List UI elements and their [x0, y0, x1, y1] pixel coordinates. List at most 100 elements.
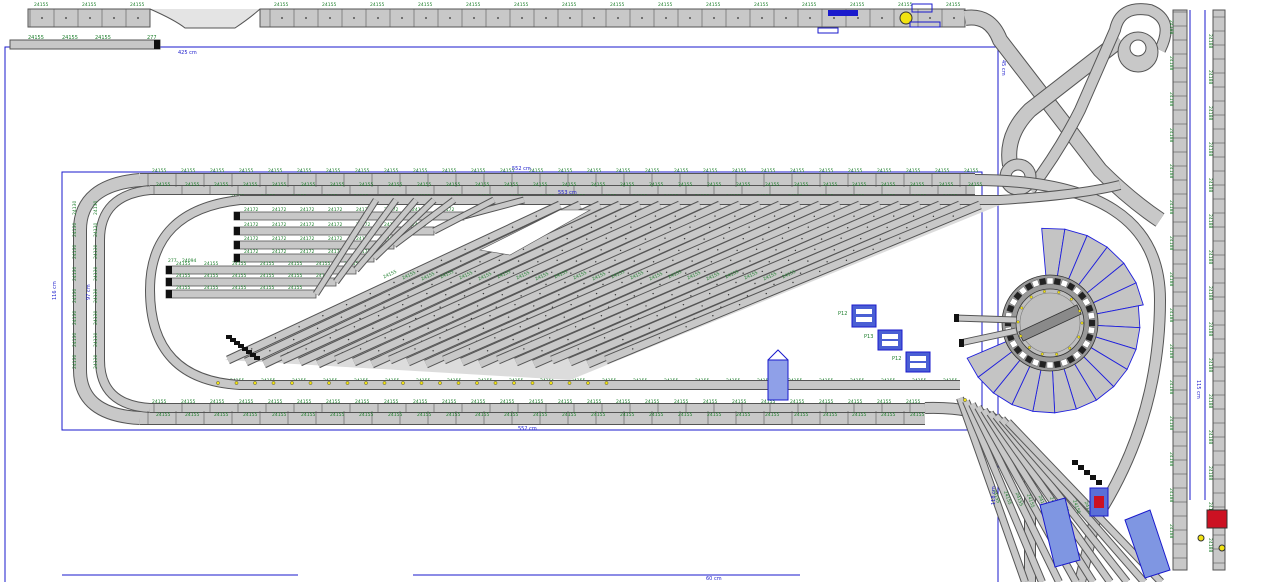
- loop-part-label: 24155: [562, 182, 576, 188]
- rail-joint: [563, 316, 565, 318]
- rail-joint: [583, 282, 585, 285]
- rail-joint: [645, 305, 647, 307]
- loop-part-label: 24155: [881, 182, 895, 188]
- rail-joint: [634, 215, 637, 218]
- rail-joint: [826, 261, 828, 263]
- rail-joint: [488, 237, 490, 239]
- loop-part-label: 24155: [442, 399, 456, 405]
- rail-joint: [600, 315, 603, 317]
- siding-track[interactable]: [165, 277, 337, 287]
- siding-part-label: 24172: [328, 236, 342, 242]
- siding-track[interactable]: [165, 289, 317, 299]
- right-part-label: 24188: [1207, 214, 1213, 228]
- switch-lamp-icon: [549, 381, 553, 385]
- loop-part-label: 24155: [848, 399, 862, 405]
- loop-part-label: 24155: [591, 182, 605, 188]
- rail-joint: [627, 272, 629, 274]
- rail-joint: [384, 337, 386, 339]
- rail-joint: [359, 348, 362, 350]
- switch-lamp-icon: [327, 381, 331, 385]
- loop-part-label: 24155: [301, 182, 315, 188]
- rail-joint: [690, 295, 692, 297]
- siding-part-label: 24172: [300, 249, 314, 255]
- turntable-lamp: [1077, 335, 1081, 339]
- loco-shed-building[interactable]: [767, 349, 789, 401]
- rail-joint: [723, 271, 725, 273]
- loop-part-label: 24155: [852, 182, 866, 188]
- rail-joint: [694, 215, 696, 218]
- rail-joint: [488, 283, 490, 286]
- loop-part-label: 24155: [674, 168, 688, 174]
- rail-joint: [640, 282, 642, 285]
- rail-joint: [523, 348, 525, 350]
- switch-lamp-icon: [216, 381, 220, 385]
- loop-part-label: 24155: [181, 399, 195, 405]
- rail-joint: [393, 281, 395, 284]
- siding-track[interactable]: [233, 240, 395, 250]
- buffer-stop-icon: [1072, 460, 1078, 465]
- rail-joint: [316, 327, 319, 330]
- top-part-label: 24155: [706, 2, 720, 8]
- right-vertical-tracks[interactable]: [1172, 9, 1226, 571]
- rail-joint: [427, 327, 429, 330]
- switch-lamp-icon: [604, 381, 609, 385]
- switch-lamp-icon: [567, 381, 572, 385]
- rail-joint: [498, 259, 500, 262]
- loop-part-label: 24155: [181, 168, 195, 174]
- rail-joint: [426, 292, 428, 295]
- rail-joint: [683, 237, 686, 240]
- rail-joint: [765, 292, 767, 295]
- top-part-label: 24155: [82, 2, 96, 8]
- rail-joint: [785, 17, 787, 19]
- loop-part-label: 24130: [93, 267, 99, 281]
- top-part-label: 24155: [322, 2, 336, 8]
- rail-joint: [431, 283, 433, 286]
- loop-part-label: 24155: [330, 412, 344, 418]
- rail-joint: [388, 294, 390, 296]
- rail-joint: [482, 292, 485, 295]
- rail-joint: [833, 17, 835, 19]
- loop-part-label: 24155: [877, 399, 891, 405]
- right-part-label: 24188: [1207, 70, 1213, 84]
- rail-joint: [353, 326, 356, 328]
- turntable-lamp: [1020, 306, 1024, 310]
- switch-lamp-icon: [493, 381, 498, 385]
- loop-part-label: 24155: [790, 168, 804, 174]
- siding-part-label: 24155: [260, 261, 274, 267]
- turntable-lamp: [1042, 290, 1046, 293]
- rail-joint: [522, 248, 525, 250]
- loop-part-label: 24155: [587, 168, 601, 174]
- right-part-label: 24188: [1168, 308, 1174, 322]
- loop-part-label: 24155: [504, 182, 518, 188]
- rail-joint: [545, 17, 547, 19]
- rail-joint: [323, 350, 325, 352]
- rail-joint: [619, 249, 622, 252]
- turntable-lamp: [1080, 321, 1084, 325]
- rail-joint: [773, 283, 775, 286]
- rail-joint: [809, 17, 811, 19]
- switch-lamp-icon: [475, 381, 479, 385]
- buffer-stop-icon: [234, 212, 240, 220]
- loop-part-label: 24155: [616, 168, 630, 174]
- rail-joint: [614, 259, 616, 262]
- rail-joint: [305, 17, 307, 19]
- rail-joint: [535, 215, 537, 217]
- loop-part-label: 24155: [877, 168, 891, 174]
- rail-joint: [622, 338, 624, 341]
- loop-part-label: 24155: [446, 412, 460, 418]
- loop-part-label: 24155: [417, 182, 431, 188]
- loop-part-label: 24155: [790, 399, 804, 405]
- rail-joint: [872, 248, 874, 250]
- top-left-part-label: 24155: [28, 35, 44, 41]
- loop-part-label: 24155: [906, 399, 920, 405]
- rail-joint: [377, 315, 380, 317]
- rail-joint: [675, 316, 677, 318]
- rail-joint: [704, 270, 706, 273]
- switch-lamp-icon: [290, 381, 294, 385]
- rail-joint: [590, 226, 593, 229]
- switch-lamp-icon: [401, 381, 405, 385]
- turntable-approach: [954, 315, 1017, 323]
- rail-joint: [857, 17, 859, 19]
- turntable-lamp: [1040, 352, 1044, 356]
- buffer-stop-icon: [954, 314, 959, 322]
